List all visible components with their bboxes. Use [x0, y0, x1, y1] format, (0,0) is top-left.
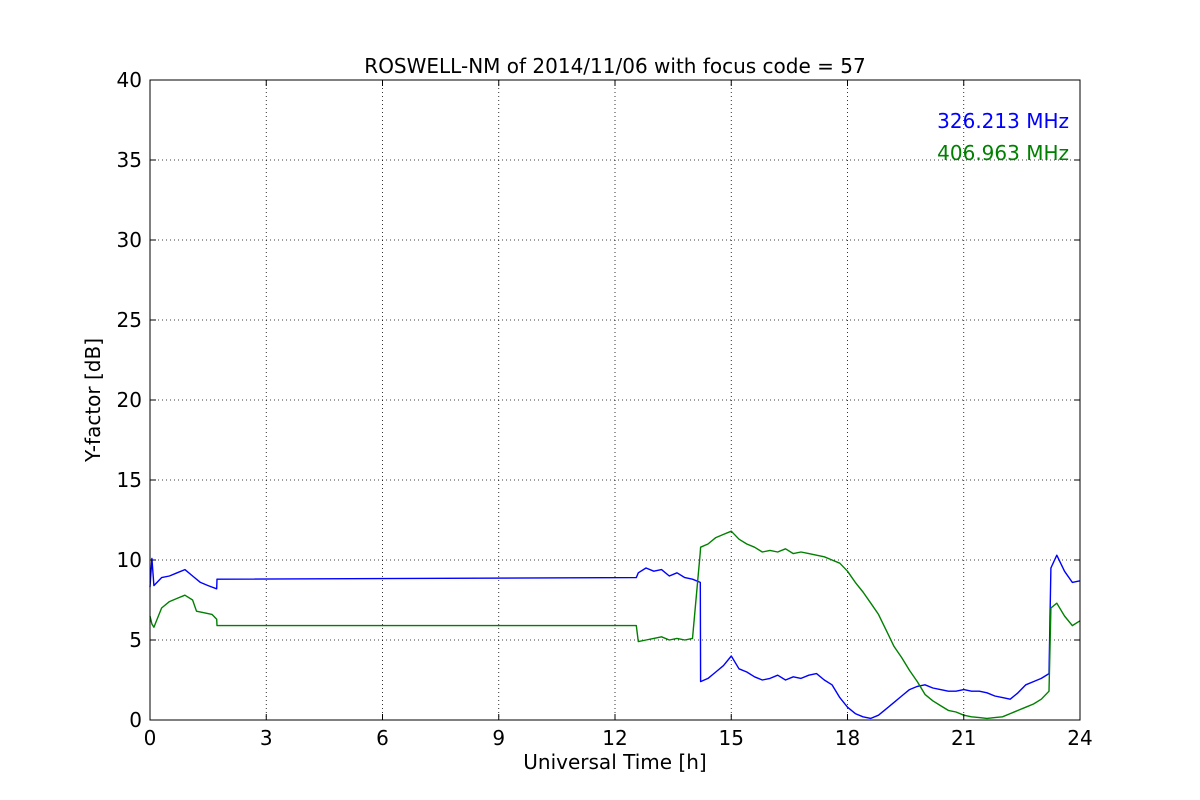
chart: 0 3 6 9 12 15 18 21 24 0 5 10 15 20 25 30 35 40 ROSWELL-N… [0, 0, 1200, 800]
y-tick-label: 40 [117, 68, 142, 92]
y-tick-label: 5 [129, 628, 142, 652]
y-tick-label: 0 [129, 708, 142, 732]
y-tick-label: 35 [117, 148, 142, 172]
x-tick-label: 6 [376, 726, 389, 750]
legend-entry-2: 406.963 MHz [937, 141, 1069, 165]
chart-title: ROSWELL-NM of 2014/11/06 with focus code… [364, 54, 865, 78]
x-tick-label: 15 [719, 726, 744, 750]
x-tick-label: 21 [951, 726, 976, 750]
y-tick-label: 30 [117, 228, 142, 252]
legend-entry-1: 326.213 MHz [937, 109, 1069, 133]
x-tick-label: 9 [492, 726, 505, 750]
y-axis-label: Y-factor [dB] [81, 338, 105, 463]
y-tick-label: 25 [117, 308, 142, 332]
x-axis-label: Universal Time [h] [523, 750, 706, 774]
x-tick-label: 0 [144, 726, 157, 750]
x-tick-label: 18 [835, 726, 860, 750]
y-tick-label: 20 [117, 388, 142, 412]
y-tick-label: 15 [117, 468, 142, 492]
y-tick-label: 10 [117, 548, 142, 572]
x-tick-label: 24 [1067, 726, 1092, 750]
x-tick-label: 12 [602, 726, 627, 750]
x-tick-label: 3 [260, 726, 273, 750]
